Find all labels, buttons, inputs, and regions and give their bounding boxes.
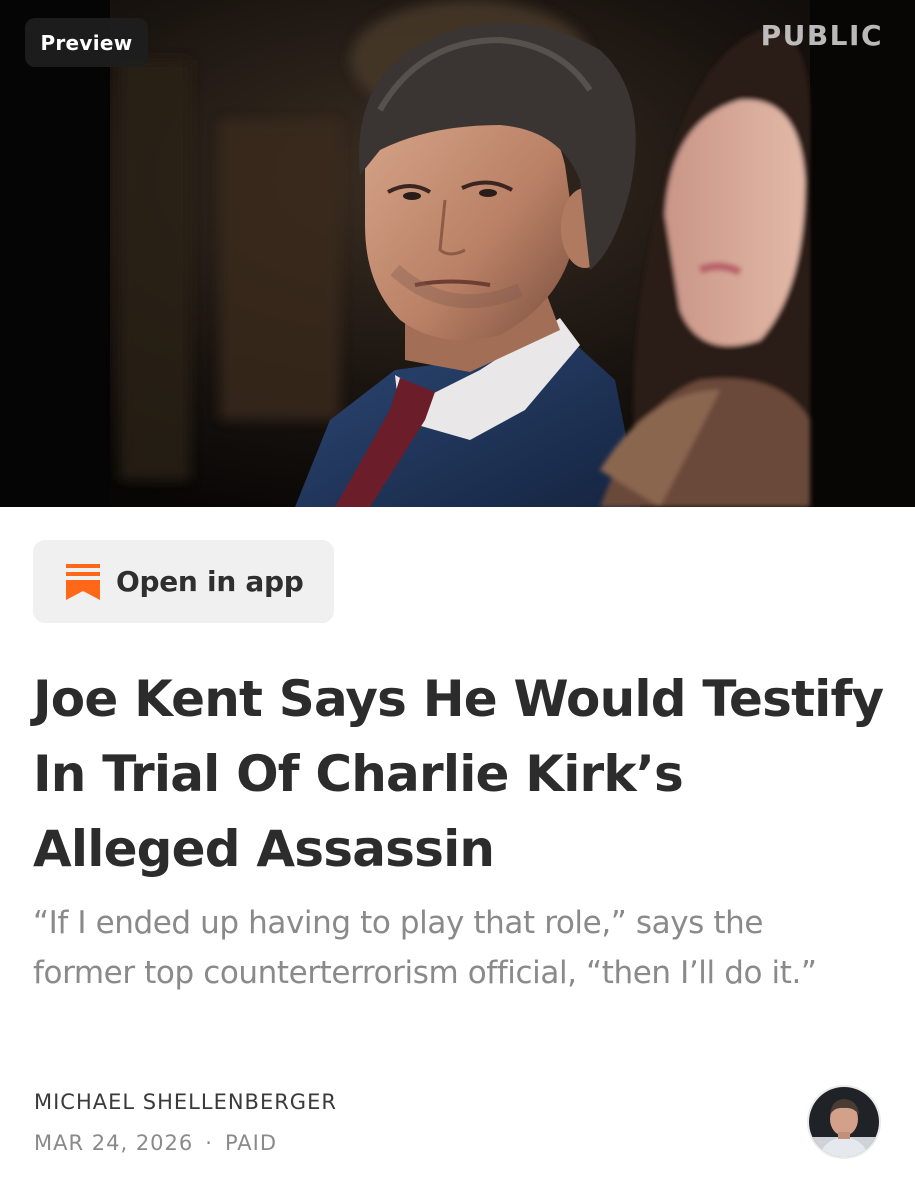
author-name[interactable]: MICHAEL SHELLENBERGER (34, 1090, 337, 1114)
preview-badge: Preview (25, 18, 148, 67)
article-subtitle: “If I ended up having to play that role,… (33, 905, 817, 991)
access-label: PAID (224, 1131, 278, 1155)
publication-wordmark: PUBLIC (760, 19, 883, 52)
post-meta: MAR 24, 2026 · PAID (34, 1131, 277, 1155)
substack-bookmark-icon (66, 563, 100, 600)
post-date: MAR 24, 2026 (34, 1131, 194, 1155)
author-avatar[interactable] (807, 1085, 881, 1159)
hero-image: Preview PUBLIC (0, 0, 915, 507)
open-in-app-label: Open in app (116, 565, 304, 598)
hero-photo (0, 0, 915, 507)
article-title: Joe Kent Says He Would Testify In Trial … (33, 670, 884, 878)
avatar-photo (809, 1087, 879, 1157)
meta-separator: · (205, 1131, 213, 1155)
open-in-app-button[interactable]: Open in app (33, 540, 334, 623)
